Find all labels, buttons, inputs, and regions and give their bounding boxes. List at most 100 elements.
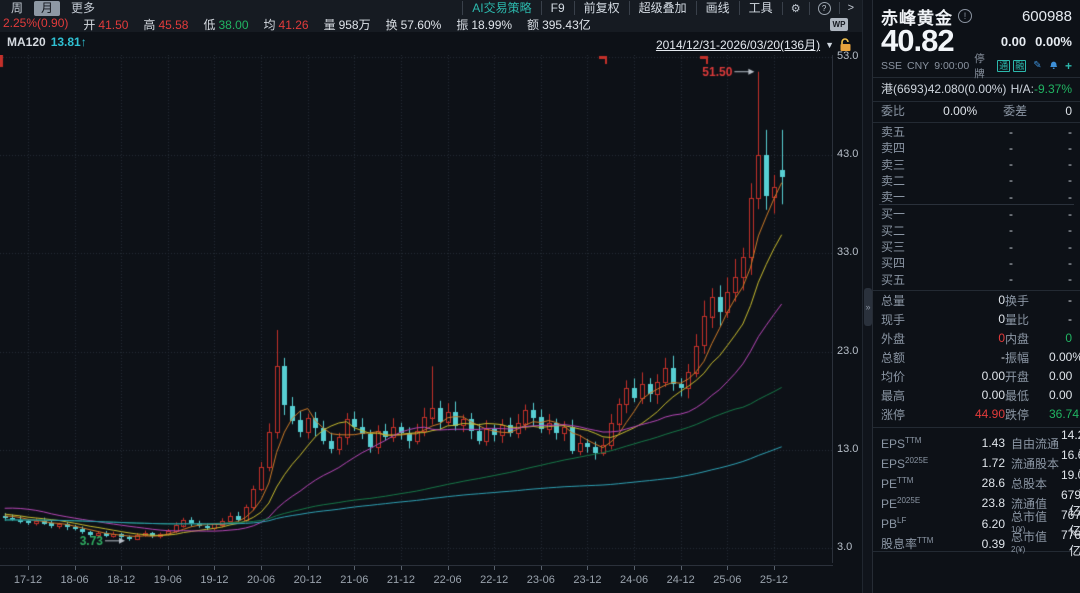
date-range-selector[interactable]: 2014/12/31-2026/03/20(136月)	[656, 36, 820, 53]
exchange-label: SSE	[881, 60, 902, 72]
stats-row: 总额-振幅0.00%	[881, 348, 1072, 367]
price-change: 0.00	[1001, 34, 1026, 49]
help-button[interactable]: ?	[809, 2, 839, 15]
level-price: -	[921, 125, 1013, 139]
toolbar-expand-button[interactable]: >	[839, 2, 862, 14]
wp-badge[interactable]: WP	[830, 18, 848, 31]
collapse-panel-handle[interactable]: »	[864, 288, 872, 326]
ask-row[interactable]: 卖一--	[881, 188, 1072, 204]
ask-row[interactable]: 卖二--	[881, 172, 1072, 188]
stat-value: 0	[917, 293, 1005, 307]
ha-premium-value: -9.37%	[1034, 82, 1072, 96]
level-label: 卖一	[881, 188, 921, 205]
ask-levels: 卖五--卖四--卖三--卖二--卖一--	[881, 123, 1072, 204]
tab-月[interactable]: 月	[34, 1, 60, 16]
stat-label: 低	[203, 18, 215, 32]
stats-row: 总量0换手-	[881, 291, 1072, 310]
level-volume: -	[1013, 173, 1072, 187]
fin-row: PBLF6.20总市值1(¥)767亿	[881, 508, 1072, 528]
stat-label: 涨停	[881, 406, 917, 423]
fin-value: 6.20	[939, 517, 1005, 531]
badge-通: 通	[997, 60, 1010, 72]
x-tick-mark	[634, 566, 635, 570]
toolbar-button-工具[interactable]: 工具	[739, 1, 782, 15]
level-label: 卖三	[881, 156, 921, 173]
level-price: -	[921, 256, 1013, 270]
toolbar-button-前复权[interactable]: 前复权	[574, 1, 629, 15]
stock-code: 600988	[1022, 8, 1072, 25]
stat-label: 外盘	[881, 330, 917, 347]
level-price: -	[921, 190, 1013, 204]
toolbar-button-画线[interactable]: 画线	[696, 1, 739, 15]
bid-row[interactable]: 买三--	[881, 238, 1072, 254]
fin-label: PETTM	[881, 476, 939, 491]
stat-label: 总额	[881, 349, 917, 366]
bid-row[interactable]: 买四--	[881, 254, 1072, 270]
x-tick-label: 21-12	[387, 574, 415, 586]
ask-row[interactable]: 卖三--	[881, 156, 1072, 172]
tab-周[interactable]: 周	[4, 1, 30, 16]
x-tick-mark	[727, 566, 728, 570]
level-volume: -	[1013, 141, 1072, 155]
bid-row[interactable]: 买二--	[881, 222, 1072, 238]
margin-badges: 通融	[997, 60, 1026, 72]
fin-value: 1.72	[939, 456, 1005, 470]
top-bar: 周月更多 AI交易策略F9前复权超级叠加画线工具 ⚙ ? > 2.25%(0.9…	[0, 0, 862, 33]
stat-value: 18.99%	[471, 18, 512, 32]
level-volume: -	[1013, 240, 1072, 254]
stat-label: 总量	[881, 292, 917, 309]
chevron-down-icon[interactable]: ▼	[825, 40, 834, 50]
edit-icon[interactable]: ✎	[1033, 60, 1041, 71]
stat-value: 57.60%	[401, 18, 442, 32]
fin-label: 自由流通	[1005, 435, 1061, 452]
fin-label: 总股本	[1005, 475, 1061, 492]
quote-panel: 赤峰黄金 ! 600988 40.82 0.00 0.00% SSE CNY 9…	[872, 0, 1080, 593]
weibi-value: 0.00%	[943, 104, 977, 118]
stat-value: 0	[917, 312, 1005, 326]
stat-label: 开	[83, 18, 95, 32]
stat-value: 0.00	[917, 369, 1005, 383]
x-tick-label: 24-12	[667, 574, 695, 586]
stat-label: 跌停	[1005, 406, 1049, 423]
stat-label: 换	[386, 18, 398, 32]
ma120-value: 13.81↑	[51, 35, 87, 49]
stats-row: 均价0.00开盘0.00	[881, 367, 1072, 386]
kline-chart[interactable]	[0, 55, 833, 563]
fin-value: 28.6	[939, 476, 1005, 490]
chart-area: MA12013.81↑ 2014/12/31-2026/03/20(136月) …	[0, 32, 862, 593]
add-to-watchlist-icon[interactable]: +	[1065, 59, 1072, 73]
fin-value: 776亿	[1061, 528, 1080, 559]
stat-value: 36.74	[1049, 407, 1079, 421]
currency-label: CNY	[907, 60, 929, 72]
tab-更多[interactable]: 更多	[64, 1, 102, 16]
weibi-label: 委比	[881, 102, 905, 119]
ask-row[interactable]: 卖五--	[881, 123, 1072, 139]
stat-value: -	[917, 350, 1005, 364]
level-price: -	[921, 141, 1013, 155]
x-tick-mark	[448, 566, 449, 570]
fin-label: PE2025E	[881, 496, 939, 511]
x-tick-mark	[75, 566, 76, 570]
bid-row[interactable]: 买一--	[881, 205, 1072, 221]
stat-开: 开41.50	[83, 16, 128, 33]
alert-bell-icon[interactable]	[1049, 60, 1058, 71]
x-tick-label: 23-12	[573, 574, 601, 586]
bid-row[interactable]: 买五--	[881, 271, 1072, 287]
last-price: 40.82	[881, 23, 954, 59]
level-label: 卖四	[881, 139, 921, 156]
price-stats-row: 2.25%(0.90)开41.50高45.58低38.00均41.26量958万…	[3, 16, 591, 33]
stat-value: 395.43亿	[542, 18, 591, 32]
x-tick-label: 18-06	[61, 574, 89, 586]
x-tick-mark	[541, 566, 542, 570]
level-price: -	[921, 207, 1013, 221]
ask-row[interactable]: 卖四--	[881, 139, 1072, 155]
toolbar-button-超级叠加[interactable]: 超级叠加	[629, 1, 696, 15]
x-axis: 17-1218-0618-1219-0619-1220-0620-1221-06…	[0, 565, 833, 593]
ma-indicator-label: MA12013.81↑	[7, 35, 87, 49]
toolbar-button-AI交易策略[interactable]: AI交易策略	[462, 1, 540, 15]
toolbar-button-F9[interactable]: F9	[541, 1, 574, 15]
x-tick-mark	[214, 566, 215, 570]
settings-button[interactable]: ⚙	[782, 2, 809, 15]
help-icon: ?	[818, 2, 831, 15]
info-icon[interactable]: !	[958, 9, 972, 23]
